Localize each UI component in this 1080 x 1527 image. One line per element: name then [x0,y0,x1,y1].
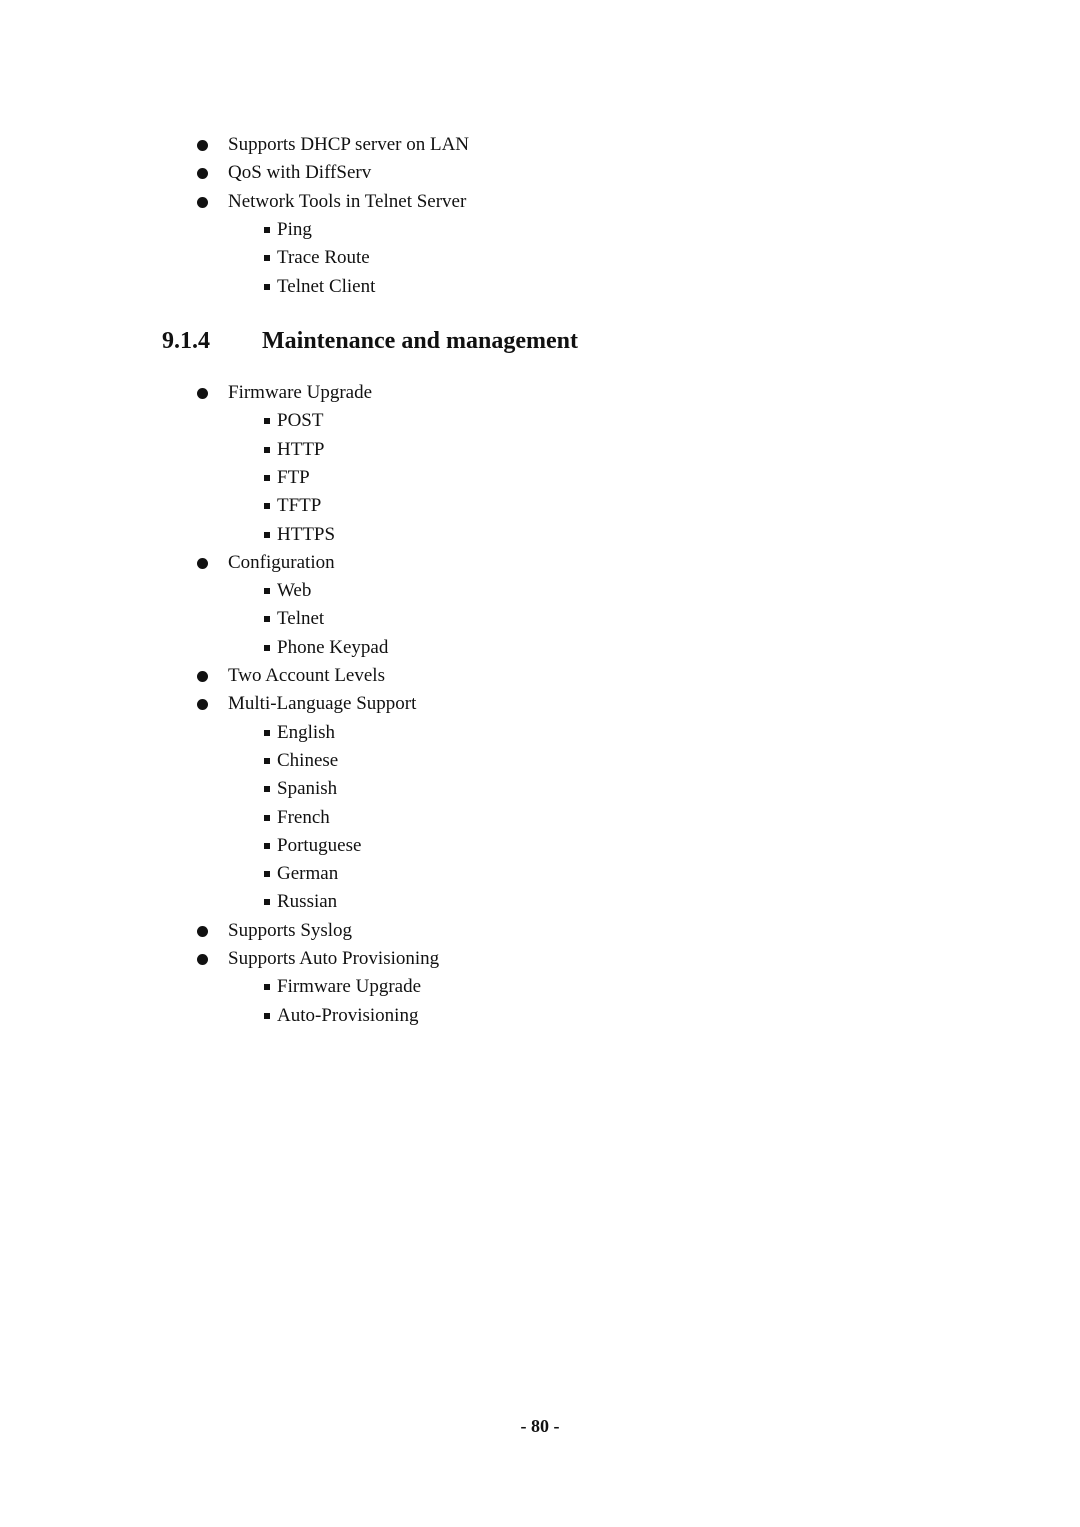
list-item: QoS with DiffServ [228,162,372,184]
list-item: Supports DHCP server on LAN [228,134,470,155]
bullet-square-icon [264,616,270,623]
bullet-square-icon [264,984,270,991]
bullet-square-icon [264,531,270,538]
bullet-dot-icon [197,196,208,208]
list-item: Supports Syslog [228,919,353,941]
list-item: Network Tools in Telnet Server [228,190,467,212]
bullet-dot-icon [197,954,208,965]
list-item: Configuration [228,551,335,573]
bullet-square-icon [264,842,270,849]
sub-list-item: German [277,863,339,885]
bullet-square-icon [264,899,270,906]
sub-list-item: Chinese [277,749,339,771]
bullet-square-icon [264,729,270,736]
sub-list-item: Phone Keypad [277,636,389,658]
page-number: - 80 - [520,1416,560,1436]
bullet-dot-icon [197,557,208,569]
list-item: Supports Auto Provisioning [228,948,440,969]
sub-list-item: Trace Route [277,247,370,269]
sub-list-item: HTTPS [277,523,336,545]
bullet-dot-icon [197,140,208,151]
bullet-square-icon [264,1012,270,1019]
sub-list-item: Russian [277,891,338,913]
bullet-square-icon [264,226,270,233]
sub-list-item: FTP [277,466,310,488]
bullet-square-icon [264,814,270,821]
bullet-square-icon [264,503,270,510]
sub-list-item: POST [277,410,324,432]
list-item: Firmware Upgrade [228,382,373,403]
sub-list-item: Auto-Provisioning [277,1004,419,1026]
bullet-dot-icon [197,388,208,399]
bullet-square-icon [264,871,270,878]
list-item: Multi-Language Support [228,693,417,715]
bullet-dot-icon [197,168,208,180]
sub-list-item: Web [277,580,312,602]
bullet-dot-icon [197,699,208,711]
sub-list-item: Portuguese [277,834,362,856]
list-item: Two Account Levels [228,665,385,686]
bullet-dot-icon [197,671,208,682]
sub-list-item: French [277,806,330,828]
bullet-square-icon [264,283,270,290]
bullet-square-icon [264,757,270,764]
sub-list-item: TFTP [277,495,322,517]
bullet-square-icon [264,255,270,262]
sub-list-item: Telnet [277,608,325,630]
sub-list-item: Ping [277,218,312,240]
sub-list-item: English [277,721,336,743]
sub-list-item: Telnet Client [277,275,376,297]
bullet-square-icon [264,446,270,453]
section-number: 9.1.4 [162,328,210,354]
sub-list-item: Spanish [277,778,338,800]
bullet-square-icon [264,418,270,425]
bullet-square-icon [264,474,270,481]
sub-list-item: Firmware Upgrade [277,976,422,998]
bullet-square-icon [264,588,270,595]
section-title: Maintenance and management [262,328,578,354]
bullet-dot-icon [197,925,208,937]
bullet-square-icon [264,786,270,793]
bullet-square-icon [264,644,270,651]
sub-list-item: HTTP [277,438,325,460]
